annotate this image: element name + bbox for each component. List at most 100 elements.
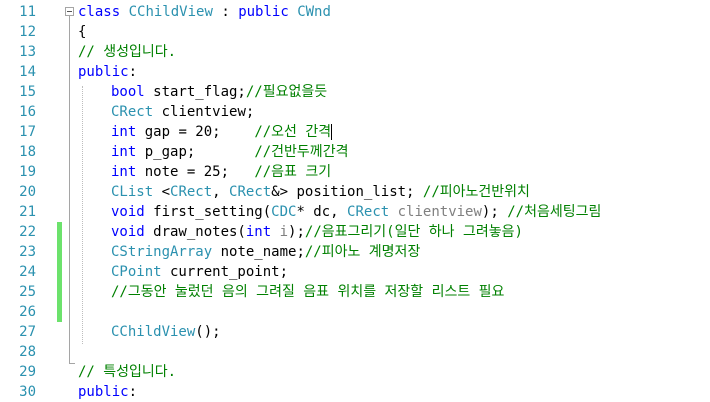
code-text: public: [78,382,137,402]
code-token: void [111,224,145,240]
code-token: < [153,184,171,200]
code-line[interactable]: 25 //그동안 눌렀던 음의 그려질 음표 위치를 저장할 리스트 필요 [0,282,710,302]
code-text: public: [78,62,137,82]
code-token: CStringArray [111,244,213,260]
code-text: class CChildView : public CWnd [78,2,331,22]
code-token: (); [195,324,221,340]
text-caret [331,124,332,140]
code-line[interactable]: 16 CRect clientview; [0,102,710,122]
code-token: class [78,4,121,20]
code-token: bool [111,84,145,100]
code-token: public [78,64,129,80]
code-token: //필요없을듯 [245,84,328,100]
code-text: CPoint current_point; [111,262,288,282]
line-number: 22 [19,224,36,240]
code-token: clientview; [153,104,255,120]
code-line[interactable]: 24 CPoint current_point; [0,262,710,282]
code-line[interactable]: 30 public: [0,382,710,402]
code-token: CRect [170,184,213,200]
code-line[interactable]: 12 { [0,22,710,42]
line-number: 28 [19,344,36,360]
code-line[interactable]: 22 void draw_notes(int i);//음표그리기(일단 하나 그… [0,222,710,242]
code-line[interactable]: 18 int p_gap; //건반두께간격 [0,142,710,162]
code-line[interactable]: 19 int note = 25; //음표 크기 [0,162,710,182]
code-line[interactable]: 21 void first_setting(CDC* dc, CRect clie… [0,202,710,222]
change-marker [57,222,62,242]
code-token: note_name; [212,244,305,260]
code-token: p_gap; [136,144,255,160]
code-text: int p_gap; //건반두께간격 [111,142,348,162]
code-token: draw_notes( [144,224,246,240]
code-token: CChildView [111,324,196,340]
code-token: CRect [111,104,154,120]
code-token: //처음세팅그림 [507,204,602,220]
code-token: //피아노 계명저장 [304,244,421,260]
code-text: CList <CRect, CRect&> position_list; //피… [111,182,530,202]
code-token: // 생성입니다. [78,44,177,60]
code-token: &> position_list; [271,184,423,200]
line-number: 17 [19,124,36,140]
code-line[interactable]: 14 public: [0,62,710,82]
code-line[interactable]: 26 [0,302,710,322]
code-token: //그동안 눌렀던 음의 그려질 음표 위치를 저장할 리스트 필요 [111,284,505,300]
code-token: CWnd [297,4,331,20]
code-text: int gap = 20; //오선 간격 [111,122,331,142]
code-line[interactable]: 27 CChildView(); [0,322,710,342]
line-number: 23 [19,244,36,260]
code-line[interactable]: 29 // 특성입니다. [0,362,710,382]
line-number: 24 [19,264,36,280]
code-token: int [111,124,137,140]
line-number: 15 [19,84,36,100]
code-token: //음표 크기 [254,164,332,180]
line-number: 18 [19,144,36,160]
code-text: CStringArray note_name;//피아노 계명저장 [111,242,420,262]
line-number: 25 [19,284,36,300]
code-text: // 특성입니다. [78,362,176,382]
change-marker [57,282,62,302]
code-token: // 특성입니다. [78,364,177,380]
line-number: 26 [19,304,36,320]
line-number: 27 [19,324,36,340]
code-editor[interactable]: 11 class CChildView : public CWnd 12 {13 // … [0,0,710,401]
code-token: { [78,24,87,40]
code-token: ); [481,204,508,220]
code-token: : [212,4,239,20]
code-token: CPoint [111,264,162,280]
code-text: bool start_flag;//필요없을듯 [111,82,327,102]
code-token: public [238,4,289,20]
code-line[interactable]: 13 // 생성입니다. [0,42,710,62]
line-number: 11 [19,4,36,20]
code-token: ); [288,224,305,240]
code-line[interactable]: 28 [0,342,710,362]
code-line[interactable]: 15 bool start_flag;//필요없을듯 [0,82,710,102]
code-line[interactable]: 11 class CChildView : public CWnd [0,2,710,22]
code-line[interactable]: 23 CStringArray note_name;//피아노 계명저장 [0,242,710,262]
line-number: 20 [19,184,36,200]
code-token: CChildView [128,4,213,20]
code-token: i [279,224,289,240]
code-token: CList [111,184,154,200]
code-token: , [212,184,230,200]
line-number: 13 [19,44,36,60]
code-text: int note = 25; //음표 크기 [111,162,331,182]
code-token: int [111,144,137,160]
code-token: clientview [397,204,482,220]
line-number: 19 [19,164,36,180]
code-token: first_setting( [144,204,272,220]
code-token: note = 25; [136,164,255,180]
code-text: { [78,22,86,42]
code-line[interactable]: 20 CList <CRect, CRect&> position_list; /… [0,182,710,202]
change-marker [57,242,62,262]
line-number: 30 [19,384,36,400]
change-marker [57,262,62,282]
code-token: //오선 간격 [254,124,332,140]
line-number: 16 [19,104,36,120]
code-token: : [128,64,138,80]
code-token: //피아노건반위치 [422,184,530,200]
code-line[interactable]: 17 int gap = 20; //오선 간격 [0,122,710,142]
code-token: int [245,224,272,240]
